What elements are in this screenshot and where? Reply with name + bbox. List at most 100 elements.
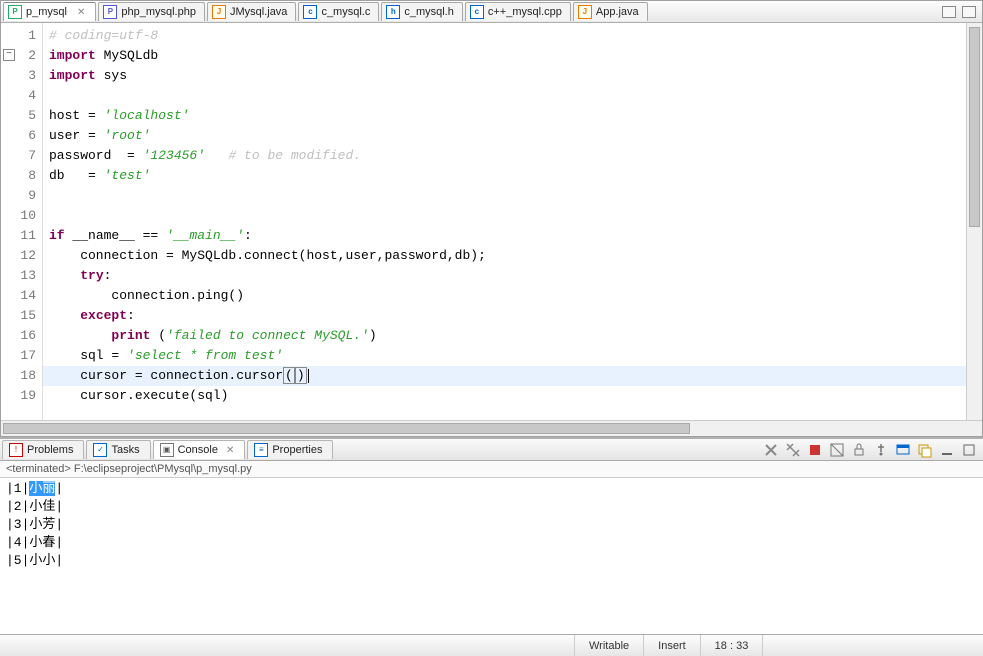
code-line[interactable]: connection.ping() [43,286,966,306]
console-value: 小小 [29,553,55,568]
editor-tab-p-mysql[interactable]: Pp_mysql ✕ [3,2,96,21]
h-file-icon: h [386,5,400,19]
console-value: 小芳 [29,517,55,532]
view-tab-tasks[interactable]: ✓Tasks [86,440,150,459]
console-body: <terminated> F:\eclipseproject\PMysql\p_… [0,461,983,634]
tab-label: c++_mysql.cpp [488,6,562,18]
problems-icon: ! [9,443,23,457]
status-bar: Writable Insert 18 : 33 [0,634,983,656]
line-number: 16 [1,326,42,346]
console-icon: ▣ [160,443,174,457]
console-line[interactable]: |4|小春| [6,534,977,552]
tab-label: c_mysql.c [321,6,370,18]
php-file-icon: P [103,5,117,19]
c-file-icon: c [303,5,317,19]
code-line[interactable]: cursor = connection.cursor() [43,366,966,386]
pane-window-buttons [942,6,982,18]
code-area[interactable]: # coding=utf-8import MySQLdbimport sys ho… [43,23,966,420]
code-line[interactable]: if __name__ == '__main__': [43,226,966,246]
pin-console-icon[interactable] [873,442,889,458]
status-cursor-position: 18 : 33 [701,635,764,656]
display-selected-console-icon[interactable] [895,442,911,458]
tab-label: p_mysql [26,6,67,18]
scroll-lock-icon[interactable] [851,442,867,458]
code-line[interactable]: user = 'root' [43,126,966,146]
line-number-gutter: 12345678910111213141516171819 [1,23,43,420]
maximize-panel-icon[interactable] [961,442,977,458]
console-line[interactable]: |3|小芳| [6,516,977,534]
code-line[interactable]: print ('failed to connect MySQL.') [43,326,966,346]
close-tab-icon[interactable]: ✕ [75,7,87,18]
minimize-panel-icon[interactable] [939,442,955,458]
remove-launch-icon[interactable] [763,442,779,458]
open-console-icon[interactable] [917,442,933,458]
line-number: 19 [1,386,42,406]
code-line[interactable]: import sys [43,66,966,86]
line-number: 15 [1,306,42,326]
code-line[interactable]: except: [43,306,966,326]
minimize-pane-button[interactable] [942,6,956,18]
editor-tab-bar: Pp_mysql ✕ Pphp_mysql.php J JMysql.java c c_my… [1,1,982,23]
java-file-icon: J [212,5,226,19]
vertical-scrollbar-thumb[interactable] [969,27,980,227]
editor-tab-jmysql-java[interactable]: J JMysql.java [207,2,296,21]
tab-label: Properties [272,444,322,456]
console-line[interactable]: |2|小佳| [6,498,977,516]
code-line[interactable]: db = 'test' [43,166,966,186]
tab-label: Problems [27,444,73,456]
terminate-icon[interactable] [807,442,823,458]
tab-label: App.java [596,6,639,18]
view-tab-console[interactable]: ▣ Console ✕ [153,440,246,459]
tab-label: JMysql.java [230,6,287,18]
line-number: 13 [1,266,42,286]
vertical-scrollbar[interactable] [966,23,982,420]
editor-tab-app-java[interactable]: JApp.java [573,2,648,21]
code-line[interactable]: # coding=utf-8 [43,26,966,46]
cpp-file-icon: c [470,5,484,19]
code-line[interactable]: import MySQLdb [43,46,966,66]
code-line[interactable] [43,186,966,206]
bottom-panel: ! Problems ✓Tasks ▣ Console ✕ ≡Properties [0,437,983,634]
code-line[interactable]: try: [43,266,966,286]
editor-tab-c-mysql-c[interactable]: c c_mysql.c [298,2,379,21]
view-tab-problems[interactable]: ! Problems [2,440,84,459]
editor-tab-php-mysql-php[interactable]: Pphp_mysql.php [98,2,205,21]
horizontal-scrollbar[interactable] [1,420,982,436]
maximize-pane-button[interactable] [962,6,976,18]
py-file-icon: P [8,5,22,19]
code-line[interactable]: connection = MySQLdb.connect(host,user,p… [43,246,966,266]
line-number: 18 [1,366,42,386]
status-lead [0,635,575,656]
line-number: 2 [1,46,42,66]
editor-tab-c-mysql-cpp[interactable]: c c++_mysql.cpp [465,2,571,21]
line-number: 12 [1,246,42,266]
code-line[interactable] [43,206,966,226]
tab-label: c_mysql.h [404,6,454,18]
console-toolbar [763,442,983,458]
tab-label: Console [178,444,218,456]
console-output[interactable]: |1|小丽||2|小佳||3|小芳||4|小春||5|小小| [0,478,983,572]
console-line[interactable]: |5|小小| [6,552,977,570]
console-line[interactable]: |1|小丽| [6,480,977,498]
code-line[interactable] [43,86,966,106]
code-line[interactable]: password = '123456' # to be modified. [43,146,966,166]
console-value: 小佳 [29,499,55,514]
console-value: 小丽 [29,481,55,496]
code-line[interactable]: host = 'localhost' [43,106,966,126]
clear-console-icon[interactable] [829,442,845,458]
line-number: 11 [1,226,42,246]
status-writable: Writable [575,635,644,656]
close-view-icon[interactable]: ✕ [226,445,234,456]
horizontal-scrollbar-thumb[interactable] [3,423,690,434]
line-number: 7 [1,146,42,166]
editor-body: 12345678910111213141516171819 # coding=u… [1,23,982,420]
code-line[interactable]: sql = 'select * from test' [43,346,966,366]
remove-all-launches-icon[interactable] [785,442,801,458]
tab-label: php_mysql.php [121,6,196,18]
tasks-icon: ✓ [93,443,107,457]
editor-tab-c-mysql-h[interactable]: h c_mysql.h [381,2,463,21]
line-number: 8 [1,166,42,186]
bottom-tab-bar: ! Problems ✓Tasks ▣ Console ✕ ≡Properties [0,439,983,461]
view-tab-properties[interactable]: ≡Properties [247,440,333,459]
code-line[interactable]: cursor.execute(sql) [43,386,966,406]
